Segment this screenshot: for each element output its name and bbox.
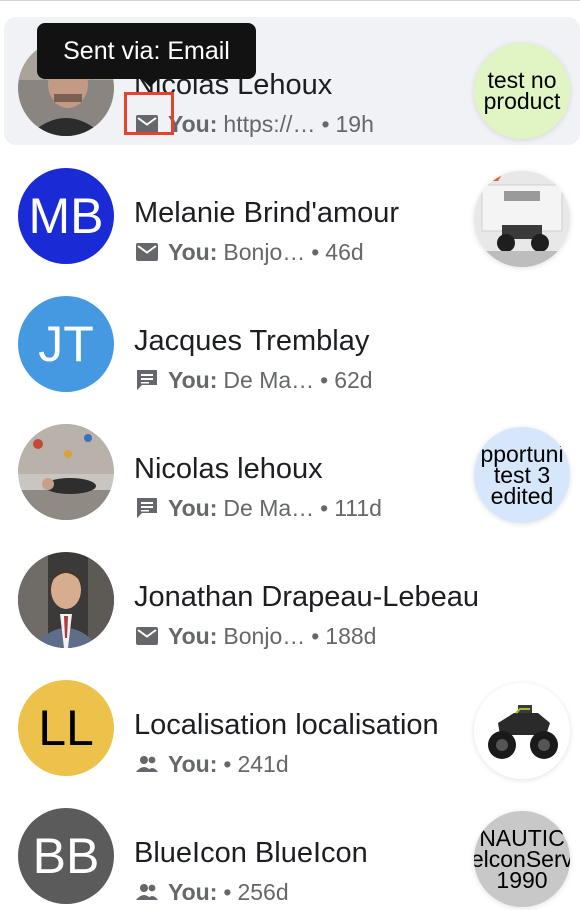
listing-thumbnail [474, 683, 570, 779]
message-snippet: De Ma… [223, 366, 315, 393]
last-message-meta: You: • 241d [134, 748, 289, 780]
conversation-row-jacques-tremblay[interactable]: JT Jacques Tremblay You: De Ma… • 62d [4, 273, 580, 401]
message-age: 241d [237, 750, 289, 777]
avatar: JT [18, 296, 114, 392]
listing-thumbnail: test no product [474, 43, 570, 139]
separator-dot: • [311, 238, 320, 265]
avatar: MB [18, 168, 114, 264]
separator-dot: • [223, 750, 232, 777]
chat-icon[interactable] [134, 495, 160, 521]
listing-thumbnail [474, 171, 570, 267]
separator-dot: • [223, 878, 232, 905]
contact-name: Localisation localisation [134, 709, 439, 741]
avatar-initials: LL [38, 700, 94, 756]
message-age: 46d [325, 238, 364, 265]
avatar: LL [18, 680, 114, 776]
message-age: 188d [325, 622, 377, 649]
avatar [18, 424, 114, 520]
last-message-meta: You: Bonjo… • 46d [134, 236, 364, 268]
sender-label: You: [168, 110, 218, 137]
contact-name: Melanie Brind'amour [134, 197, 400, 229]
avatar [18, 552, 114, 648]
listing-thumbnail: NAUTIC elconServ 1990 [474, 811, 570, 907]
atv-image [474, 683, 570, 779]
contact-name: Jacques Tremblay [134, 325, 370, 357]
sender-label: You: [168, 878, 218, 905]
separator-dot: • [321, 110, 330, 137]
tooltip-arrow [141, 78, 159, 87]
message-snippet: De Ma… [223, 494, 315, 521]
email-icon[interactable] [134, 623, 160, 649]
tooltip-text: Sent via: Email [63, 36, 230, 65]
message-age: 19h [335, 110, 374, 137]
last-message-meta: You: De Ma… • 111d [134, 492, 382, 524]
email-icon[interactable] [134, 239, 160, 265]
sender-label: You: [168, 750, 218, 777]
listing-thumbnail: pportuni test 3 edited [474, 427, 570, 523]
message-age: 256d [237, 878, 289, 905]
contact-name: BlueIcon BlueIcon [134, 837, 368, 869]
sender-label: You: [168, 494, 218, 521]
message-age: 111d [334, 494, 382, 521]
message-snippet: Bonjo… [223, 622, 306, 649]
separator-dot: • [320, 366, 329, 393]
separator-dot: • [311, 622, 320, 649]
avatar-initials: MB [28, 188, 104, 244]
conversation-row-blueicon-blueicon[interactable]: BB BlueIcon BlueIcon You: • 256d NAUTIC … [4, 785, 580, 910]
message-snippet: https://… [223, 110, 316, 137]
email-icon-highlight [124, 92, 174, 135]
chat-icon[interactable] [134, 367, 160, 393]
last-message-meta: You: • 256d [134, 876, 289, 908]
avatar-initials: BB [32, 828, 100, 884]
group-icon[interactable] [134, 751, 160, 777]
listing-thumbnail-text: test no product [483, 67, 561, 114]
atv-showroom-image [474, 171, 570, 267]
conversation-row-localisation-localisation[interactable]: LL Localisation localisation You: • 241d [4, 657, 580, 785]
message-age: 62d [334, 366, 373, 393]
sender-label: You: [168, 622, 218, 649]
channel-tooltip: Sent via: Email [37, 23, 256, 79]
last-message-meta: You: Bonjo… • 188d [134, 620, 376, 652]
separator-dot: • [320, 494, 329, 521]
avatar: BB [18, 808, 114, 904]
listing-thumbnail-text: NAUTIC elconServ 1990 [474, 824, 570, 893]
sender-label: You: [168, 366, 218, 393]
sender-label: You: [168, 238, 218, 265]
listing-thumbnail-text: pportuni test 3 edited [480, 440, 564, 509]
last-message-meta: You: De Ma… • 62d [134, 364, 373, 396]
contact-name: Jonathan Drapeau-Lebeau [134, 581, 480, 613]
contact-name: Nicolas lehoux [134, 453, 323, 485]
top-divider [0, 0, 580, 1]
conversation-row-melanie-brindamour[interactable]: MB Melanie Brind'amour You: Bonjo… • 46d [4, 145, 580, 273]
group-icon[interactable] [134, 879, 160, 905]
conversation-row-nicolas-lehoux-2[interactable]: Nicolas lehoux You: De Ma… • 111d pportu… [4, 401, 580, 529]
conversation-row-jonathan-drapeau-lebeau[interactable]: Jonathan Drapeau-Lebeau You: Bonjo… • 18… [4, 529, 580, 657]
message-snippet: Bonjo… [223, 238, 306, 265]
avatar-initials: JT [38, 316, 94, 372]
